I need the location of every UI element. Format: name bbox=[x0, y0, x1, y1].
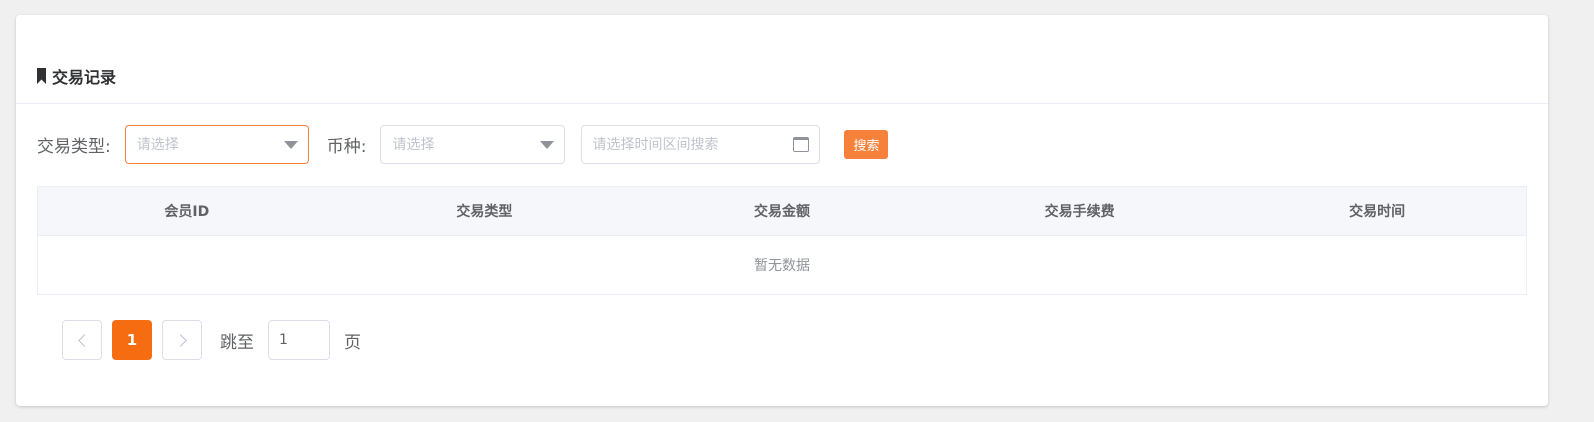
column-header-trade-fee: 交易手续费 bbox=[1044, 204, 1115, 220]
column-header-trade-amount: 交易金额 bbox=[753, 204, 810, 220]
trade-type-select[interactable]: 请选择 bbox=[124, 124, 309, 164]
search-button[interactable]: 搜索 bbox=[844, 129, 889, 159]
trade-records-card: 交易记录 交易类型: 请选择 币种: 请选择 请选择时间区间搜索 搜索 会员ID… bbox=[16, 15, 1548, 406]
jump-page-input[interactable] bbox=[268, 320, 330, 360]
table-header: 会员ID 交易类型 交易金额 交易手续费 交易时间 bbox=[38, 187, 1526, 236]
column-header-member-id: 会员ID bbox=[164, 204, 210, 220]
jump-to-label: 跳至 bbox=[220, 332, 254, 353]
currency-label: 币种: bbox=[326, 136, 367, 157]
date-range-placeholder: 请选择时间区间搜索 bbox=[592, 137, 719, 153]
currency-placeholder: 请选择 bbox=[392, 137, 435, 153]
column-header-trade-type: 交易类型 bbox=[456, 204, 513, 220]
prev-page-button[interactable] bbox=[62, 320, 102, 360]
bookmark-icon bbox=[37, 68, 46, 84]
trade-type-label: 交易类型: bbox=[37, 136, 111, 157]
date-range-input[interactable]: 请选择时间区间搜索 bbox=[581, 124, 821, 164]
column-header-trade-time: 交易时间 bbox=[1349, 204, 1406, 220]
caret-down-icon bbox=[540, 140, 555, 149]
card-header: 交易记录 bbox=[16, 15, 1548, 104]
pagination: 1 跳至 页 bbox=[62, 320, 361, 360]
page-title: 交易记录 bbox=[52, 68, 117, 87]
calendar-icon bbox=[793, 136, 810, 152]
trade-type-placeholder: 请选择 bbox=[136, 137, 179, 153]
chevron-left-icon bbox=[77, 333, 91, 347]
trade-records-table: 会员ID 交易类型 交易金额 交易手续费 交易时间 暂无数据 bbox=[37, 186, 1527, 295]
page-number-button[interactable]: 1 bbox=[112, 320, 152, 360]
currency-select[interactable]: 请选择 bbox=[380, 124, 566, 164]
chevron-right-icon bbox=[173, 333, 187, 347]
filter-bar: 交易类型: 请选择 币种: 请选择 请选择时间区间搜索 搜索 bbox=[37, 124, 889, 164]
page-unit-label: 页 bbox=[344, 332, 361, 353]
caret-down-icon bbox=[283, 140, 298, 149]
next-page-button[interactable] bbox=[162, 320, 202, 360]
table-empty-text: 暂无数据 bbox=[754, 258, 810, 274]
title-wrap: 交易记录 bbox=[37, 64, 116, 88]
